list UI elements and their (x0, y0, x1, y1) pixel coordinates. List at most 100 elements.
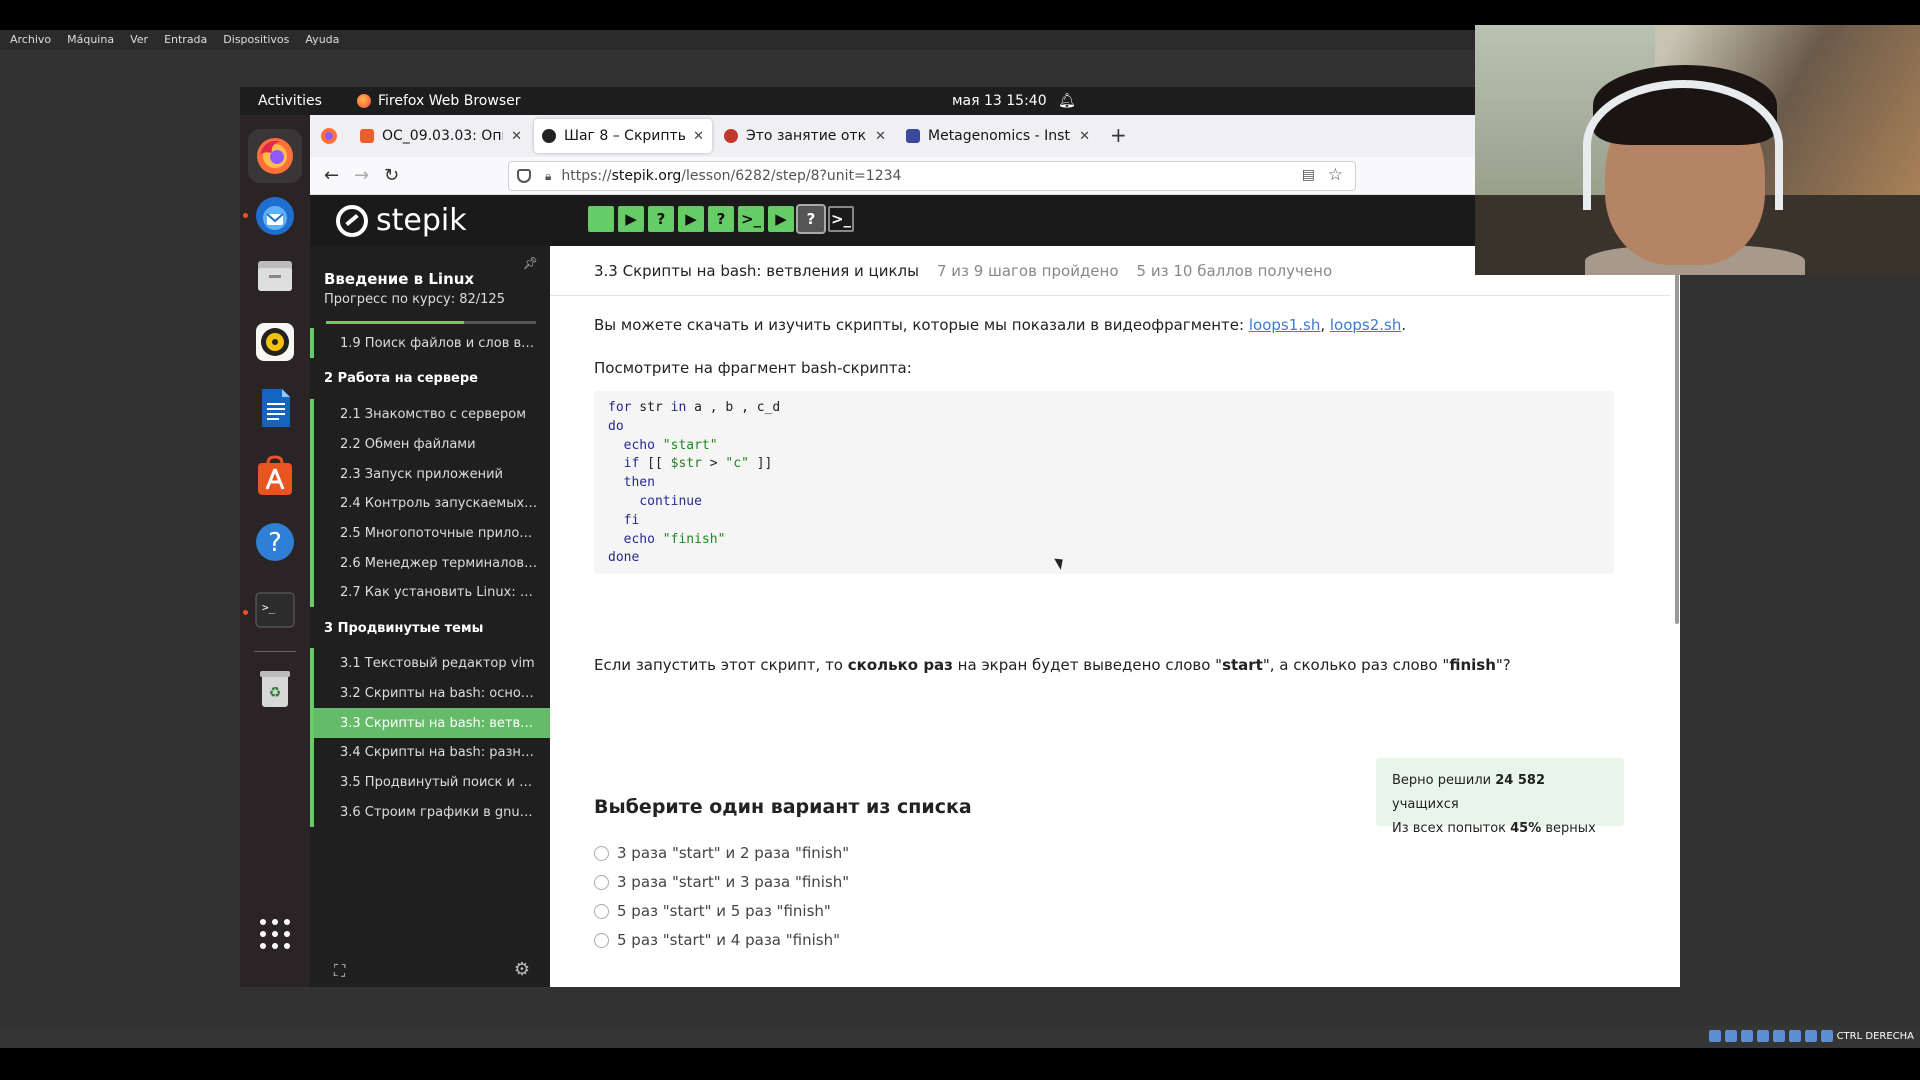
step-5[interactable]: ? (708, 206, 734, 232)
reload-icon[interactable]: ↻ (384, 165, 399, 186)
radio-button[interactable] (594, 874, 609, 890)
back-icon[interactable]: ← (324, 165, 339, 186)
activities-button[interactable]: Activities (258, 93, 322, 109)
sidebar-item-label: 2.3 Запуск приложений (340, 466, 504, 482)
radio-button[interactable] (594, 845, 609, 861)
sidebar-item[interactable]: 1.9 Поиск файлов и слов в… (310, 328, 550, 358)
firefox-view-icon[interactable] (318, 125, 340, 147)
option-label[interactable]: 5 раз "start" и 4 раза "finish" (617, 931, 840, 949)
shield-icon[interactable] (517, 169, 531, 183)
files-icon[interactable] (248, 249, 302, 303)
vm-menu-dispositivos[interactable]: Dispositivos (213, 30, 295, 46)
sidebar-item-label: 3.1 Текстовый редактор vim (340, 655, 535, 671)
close-tab-icon[interactable]: ✕ (693, 129, 704, 144)
course-title[interactable]: Введение в Linux (324, 270, 474, 288)
vm-usb-icon[interactable] (1772, 1030, 1785, 1042)
vm-capture-icon[interactable] (1820, 1030, 1833, 1042)
bell-icon[interactable]: 🔔︎ (1058, 93, 1076, 109)
sidebar-item[interactable]: 3.5 Продвинутый поиск и … (310, 767, 550, 797)
sidebar-item[interactable]: 2.4 Контроль запускаемых… (310, 488, 550, 518)
option-label[interactable]: 3 раза "start" и 3 раза "finish" (617, 873, 849, 891)
sidebar-item[interactable]: 2.1 Знакомство с сервером (310, 399, 550, 429)
tab-metagenomics[interactable]: Metagenomics - Install b ✕ (898, 119, 1098, 153)
close-tab-icon[interactable]: ✕ (875, 129, 886, 144)
vm-network-icon[interactable] (1756, 1030, 1769, 1042)
sidebar-item[interactable]: 3.3 Скрипты на bash: ветв… (310, 708, 550, 738)
vm-menu-entrada[interactable]: Entrada (154, 30, 213, 46)
radio-button[interactable] (594, 932, 609, 948)
option-2[interactable]: 3 раза "start" и 3 раза "finish" (594, 873, 849, 891)
forward-icon[interactable]: → (354, 165, 369, 186)
option-3[interactable]: 5 раз "start" и 5 раз "finish" (594, 902, 831, 920)
loops1-link[interactable]: loops1.sh (1249, 316, 1321, 334)
dock-separator (254, 651, 296, 652)
sidebar-item[interactable]: 3.1 Текстовый редактор vim (310, 648, 550, 678)
step-9[interactable]: >_ (828, 206, 854, 232)
step-4[interactable]: ▶ (678, 206, 704, 232)
sidebar-item[interactable]: 2.5 Многопоточные прило… (310, 518, 550, 548)
url-bar[interactable]: 🔒︎ https://stepik.org/lesson/6282/step/8… (508, 161, 1356, 191)
close-tab-icon[interactable]: ✕ (1079, 129, 1090, 144)
loops2-link[interactable]: loops2.sh (1330, 316, 1402, 334)
app-menu[interactable]: Firefox Web Browser (357, 93, 521, 109)
stats2-pre: Из всех попыток (1392, 821, 1511, 836)
vm-menu-maquina[interactable]: Máquina (57, 30, 120, 46)
clock[interactable]: мая 13 15:40 (952, 93, 1047, 109)
firefox-icon[interactable] (248, 129, 302, 183)
step-8[interactable]: ? (796, 204, 826, 234)
vm-optical-icon[interactable] (1724, 1030, 1737, 1042)
sidebar-section[interactable]: 3 Продвинутые темы (310, 613, 550, 643)
step-1[interactable] (588, 206, 614, 232)
lesson-name[interactable]: 3.3 Скрипты на bash: ветвления и циклы (594, 262, 919, 280)
vm-menu-ayuda[interactable]: Ayuda (295, 30, 345, 46)
scrollbar-thumb[interactable] (1675, 254, 1679, 624)
sidebar-item[interactable]: 3.2 Скрипты на bash: осно… (310, 678, 550, 708)
step-7[interactable]: ▶ (768, 206, 794, 232)
vm-shared-folder-icon[interactable] (1788, 1030, 1801, 1042)
vm-menu-ver[interactable]: Ver (120, 30, 154, 46)
software-icon[interactable] (248, 449, 302, 503)
app-grid-icon[interactable] (248, 907, 302, 961)
svg-text:♻: ♻ (269, 685, 282, 701)
thunderbird-icon[interactable] (248, 189, 302, 243)
terminal-icon[interactable]: >_ (248, 583, 302, 637)
step-6[interactable]: >_ (738, 206, 764, 232)
vm-disk-icon[interactable] (1708, 1030, 1721, 1042)
sidebar-item[interactable]: 2.6 Менеджер терминалов… (310, 548, 550, 578)
sidebar-item[interactable]: 3.4 Скрипты на bash: разн… (310, 737, 550, 767)
vm-display-icon[interactable] (1804, 1030, 1817, 1042)
scrollbar[interactable] (1670, 246, 1680, 987)
option-4[interactable]: 5 раз "start" и 4 раза "finish" (594, 931, 840, 949)
lock-icon[interactable]: 🔒︎ (545, 169, 551, 184)
tab-lesson[interactable]: Это занятие открывает ✕ (716, 119, 894, 153)
new-tab-button[interactable]: + (1110, 125, 1127, 145)
sidebar-item[interactable]: 2.2 Обмен файлами (310, 429, 550, 459)
tab-os[interactable]: ОС_09.03.03: Описание ✕ (352, 119, 530, 153)
option-label[interactable]: 5 раз "start" и 5 раз "finish" (617, 902, 831, 920)
gear-icon[interactable]: ⚙ (514, 959, 530, 980)
trash-icon[interactable]: ♻ (248, 661, 302, 715)
close-tab-icon[interactable]: ✕ (511, 129, 522, 144)
lesson-content: 3.3 Скрипты на bash: ветвления и циклы 7… (550, 246, 1680, 987)
vm-audio-icon[interactable] (1740, 1030, 1753, 1042)
radio-button[interactable] (594, 903, 609, 919)
sidebar-item[interactable]: 2.7 Как установить Linux: р… (310, 577, 550, 607)
bookmark-star-icon[interactable]: ☆ (1328, 165, 1343, 185)
help-icon[interactable]: ? (248, 515, 302, 569)
vm-status-indicators: CTRL DERECHA (1708, 1030, 1914, 1042)
expand-icon[interactable]: ⛶ (334, 961, 345, 981)
reader-view-icon[interactable]: ▤ (1302, 167, 1315, 183)
tab-stepik[interactable]: Шаг 8 – Скрипты на bash ✕ (534, 119, 712, 153)
option-label[interactable]: 3 раза "start" и 2 раза "finish" (617, 844, 849, 862)
sidebar-item[interactable]: 2.3 Запуск приложений (310, 459, 550, 489)
pin-icon[interactable]: 📌︎ (523, 256, 538, 270)
rhythmbox-icon[interactable] (248, 315, 302, 369)
stepik-logo[interactable]: stepik (336, 203, 467, 238)
sidebar-section[interactable]: 2 Работа на сервере (310, 363, 550, 393)
option-1[interactable]: 3 раза "start" и 2 раза "finish" (594, 844, 849, 862)
sidebar-item[interactable]: 3.6 Строим графики в gnu… (310, 797, 550, 827)
vm-menu-archivo[interactable]: Archivo (0, 30, 57, 46)
step-3[interactable]: ? (648, 206, 674, 232)
step-2[interactable]: ▶ (618, 206, 644, 232)
writer-icon[interactable] (248, 381, 302, 435)
